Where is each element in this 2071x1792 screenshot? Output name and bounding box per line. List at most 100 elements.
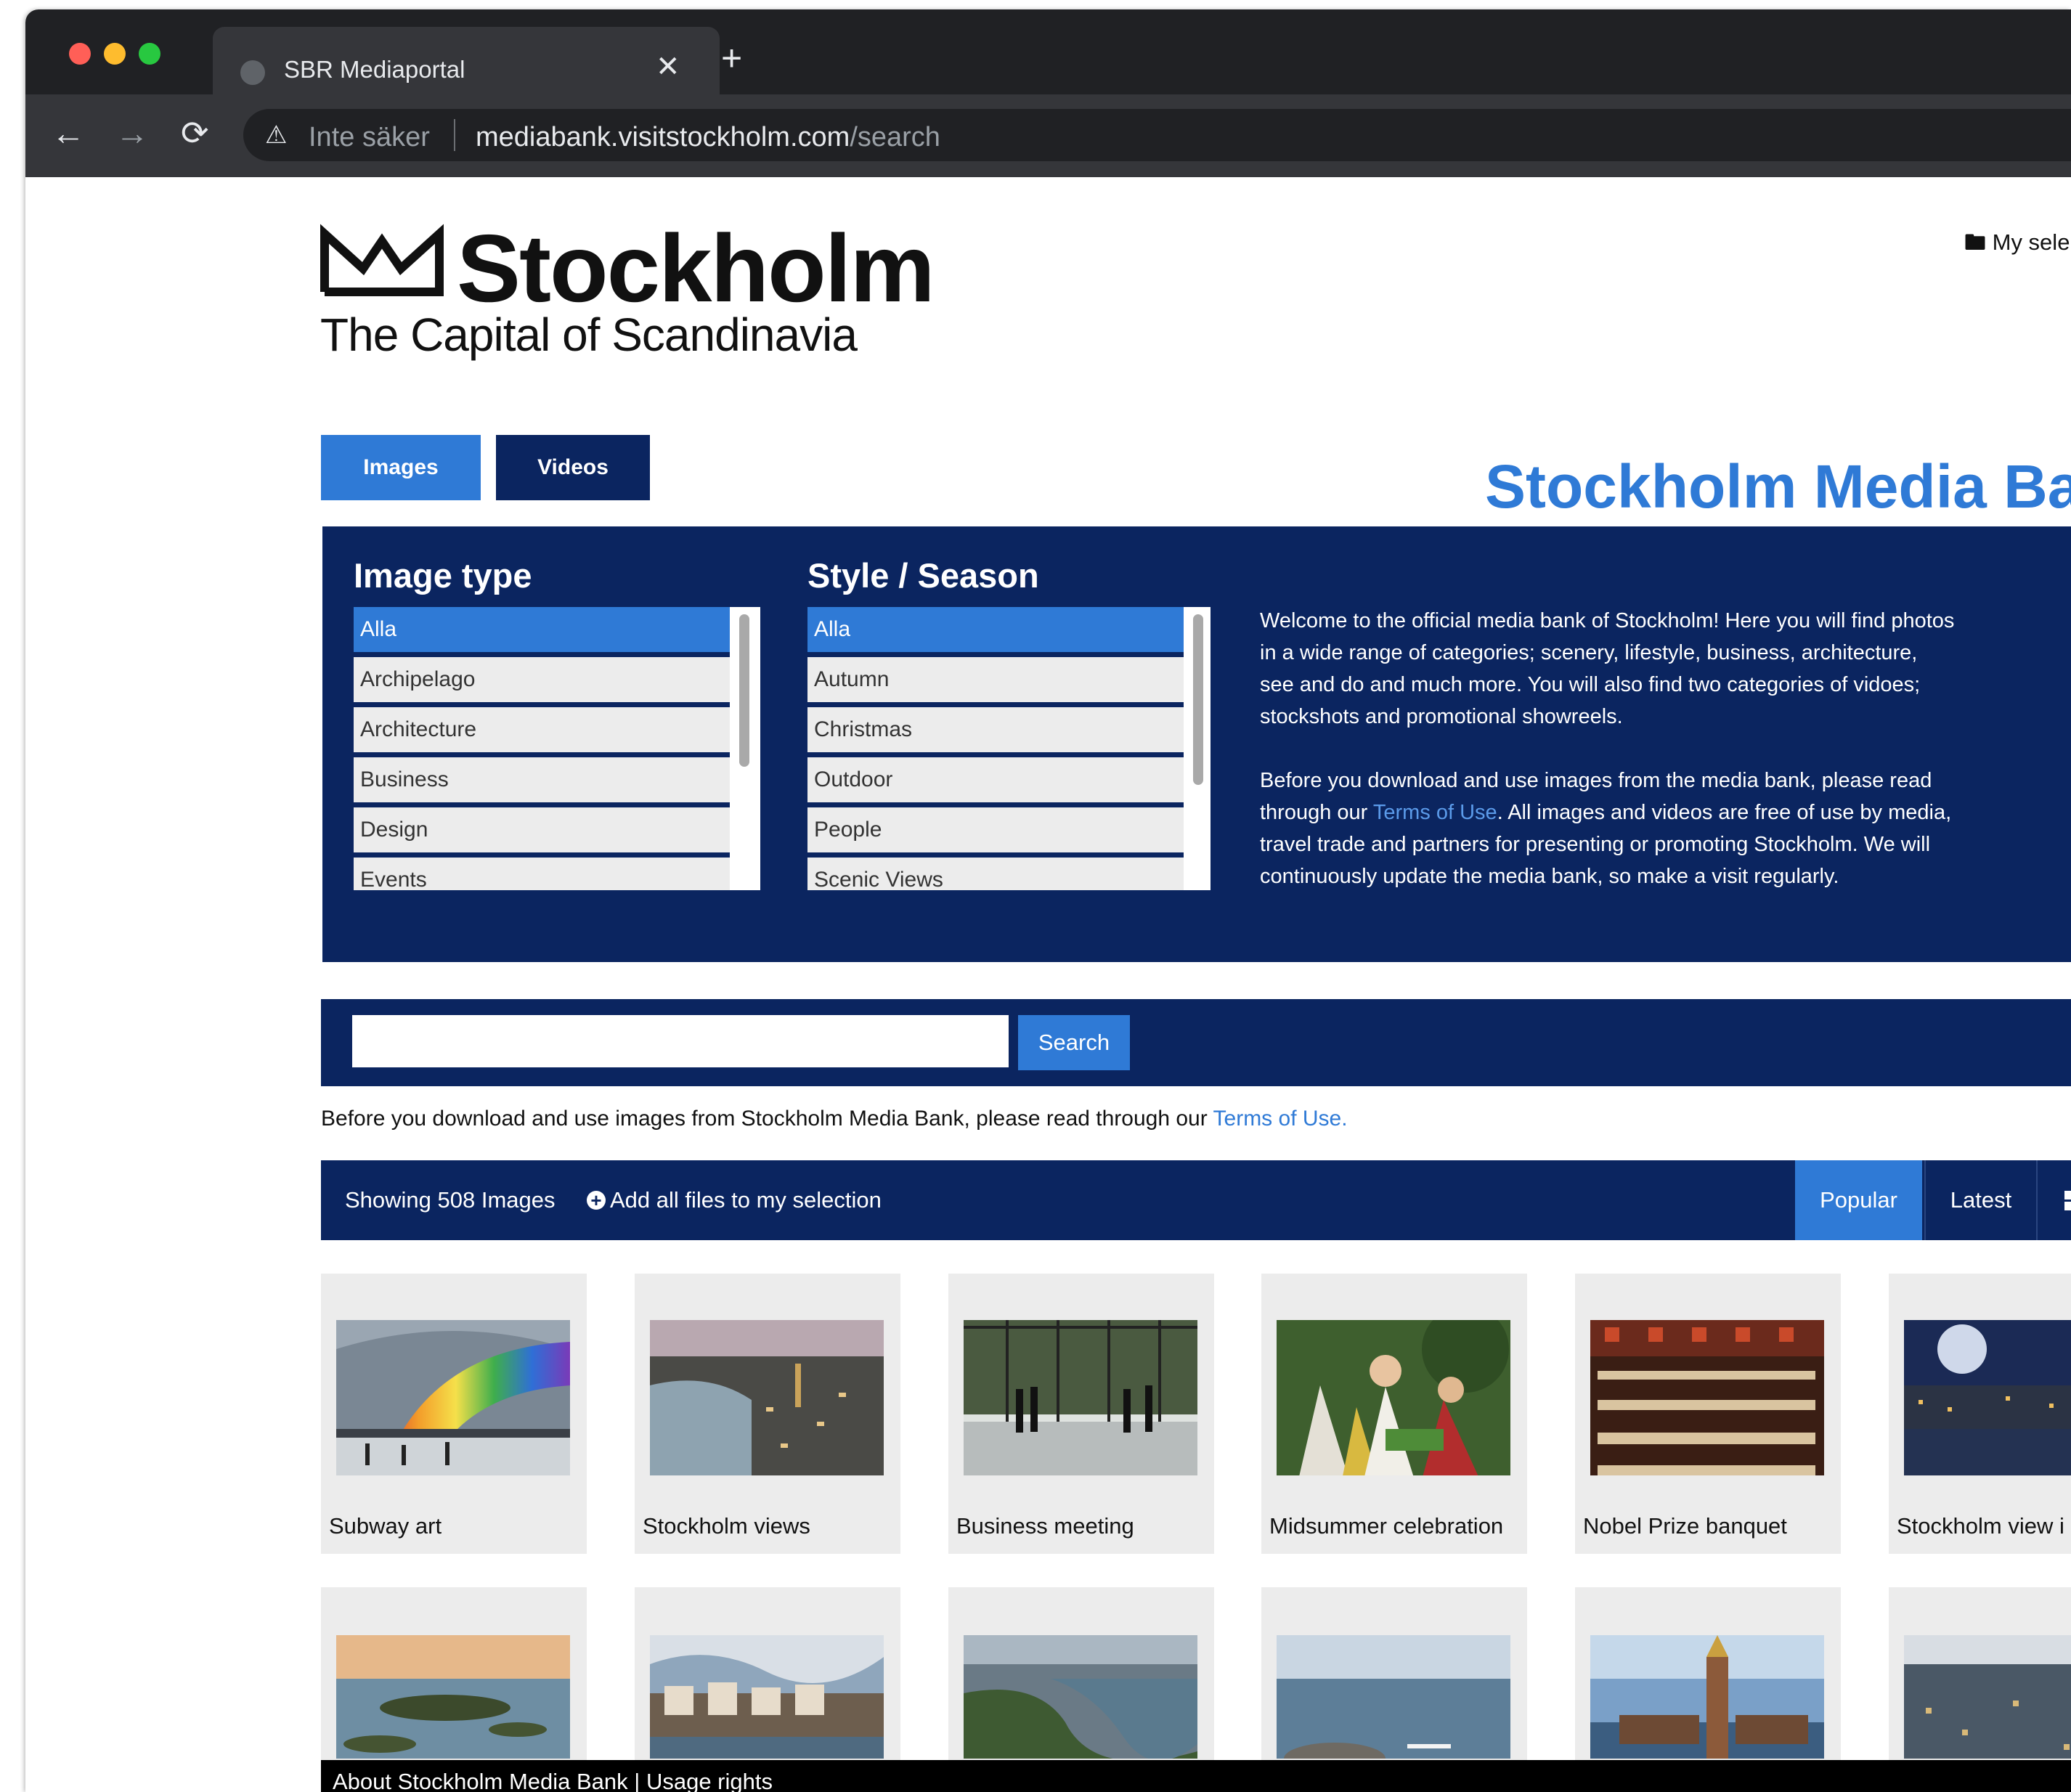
image-thumbnail[interactable] bbox=[650, 1635, 884, 1759]
plus-circle-icon: + bbox=[587, 1191, 606, 1210]
image-type-listbox[interactable]: Alla Archipelago Architecture Business Desig… bbox=[354, 607, 760, 890]
forward-arrow-icon[interactable]: → bbox=[115, 116, 149, 150]
browser-tab[interactable]: SBR Mediaportal ✕ bbox=[213, 27, 720, 104]
style-season-option[interactable]: Outdoor bbox=[807, 757, 1184, 802]
image-card[interactable] bbox=[321, 1587, 587, 1776]
image-type-option[interactable]: Design bbox=[354, 807, 730, 852]
image-type-option[interactable]: Architecture bbox=[354, 707, 730, 752]
browser-tab-strip: SBR Mediaportal ✕ + bbox=[25, 9, 2071, 104]
image-type-title: Image type bbox=[354, 556, 532, 595]
back-arrow-icon[interactable]: ← bbox=[52, 116, 85, 150]
image-thumbnail[interactable] bbox=[1277, 1635, 1510, 1759]
image-thumbnail[interactable] bbox=[336, 1320, 570, 1475]
grid-icon bbox=[2064, 1190, 2071, 1210]
image-caption: Subway art bbox=[329, 1513, 442, 1539]
image-card[interactable] bbox=[635, 1587, 900, 1776]
style-season-option[interactable]: Scenic Views bbox=[807, 858, 1184, 890]
image-card[interactable] bbox=[1575, 1587, 1841, 1776]
filter-panel: Image type Alla Archipelago Architecture Bu… bbox=[322, 526, 2071, 962]
browser-tab-title: SBR Mediaportal bbox=[284, 56, 465, 83]
image-type-option[interactable]: Events bbox=[354, 858, 730, 890]
image-thumbnail[interactable] bbox=[336, 1635, 570, 1759]
grid-view-button[interactable] bbox=[2036, 1160, 2071, 1240]
warning-icon: ⚠ bbox=[265, 121, 288, 149]
window-minimize-button[interactable] bbox=[104, 43, 126, 65]
intro-text: Welcome to the official media bank of St… bbox=[1260, 605, 1957, 924]
image-thumbnail[interactable] bbox=[1277, 1320, 1510, 1475]
image-thumbnail[interactable] bbox=[650, 1320, 884, 1475]
search-button[interactable]: Search bbox=[1018, 1015, 1130, 1070]
terms-notice: Before you download and use images from … bbox=[321, 1107, 1348, 1131]
image-card[interactable]: Nobel Prize banquet bbox=[1575, 1274, 1841, 1554]
image-caption: Stockholm view i bbox=[1897, 1513, 2064, 1539]
image-caption: Nobel Prize banquet bbox=[1583, 1513, 1787, 1539]
url-text[interactable]: mediabank.visitstockholm.com/search bbox=[476, 122, 940, 153]
search-bar: Search bbox=[321, 999, 2071, 1086]
add-all-button[interactable]: + Add all files to my selection bbox=[587, 1187, 882, 1213]
image-caption: Midsummer celebration bbox=[1269, 1513, 1504, 1539]
footer-separator: | bbox=[627, 1769, 646, 1792]
results-count: Showing 508 Images bbox=[345, 1187, 556, 1213]
sort-latest-button[interactable]: Latest bbox=[1924, 1160, 2036, 1240]
image-card[interactable] bbox=[1261, 1587, 1527, 1776]
terms-of-use-link[interactable]: Terms of Use. bbox=[1213, 1107, 1348, 1131]
style-season-option[interactable]: People bbox=[807, 807, 1184, 852]
image-card[interactable] bbox=[1889, 1587, 2071, 1776]
security-status: Inte säker bbox=[309, 122, 430, 152]
logo-wordmark: Stockholm bbox=[457, 215, 935, 322]
intro-paragraph-1: Welcome to the official media bank of St… bbox=[1260, 609, 1955, 728]
scrollbar-thumb[interactable] bbox=[1193, 614, 1203, 785]
address-divider bbox=[454, 119, 455, 151]
image-card[interactable] bbox=[948, 1587, 1214, 1776]
image-card[interactable]: Subway art bbox=[321, 1274, 587, 1554]
footer-bar: About Stockholm Media Bank | Usage right… bbox=[321, 1760, 2071, 1792]
image-type-option[interactable]: Archipelago bbox=[354, 657, 730, 702]
window-close-button[interactable] bbox=[69, 43, 91, 65]
folder-icon: 🖿 bbox=[1964, 231, 1986, 255]
tab-images[interactable]: Images bbox=[321, 435, 481, 500]
new-tab-icon[interactable]: + bbox=[721, 40, 742, 76]
window-zoom-button[interactable] bbox=[139, 43, 160, 65]
image-thumbnail[interactable] bbox=[1904, 1635, 2071, 1759]
close-tab-icon[interactable]: ✕ bbox=[656, 50, 680, 84]
search-input[interactable] bbox=[352, 1015, 1009, 1067]
image-card[interactable]: Stockholm views bbox=[635, 1274, 900, 1554]
crown-icon bbox=[320, 224, 444, 296]
image-thumbnail[interactable] bbox=[964, 1320, 1197, 1475]
usage-rights-link[interactable]: Usage rights bbox=[646, 1769, 773, 1792]
results-bar: Showing 508 Images + Add all files to my … bbox=[321, 1160, 2071, 1240]
address-bar[interactable]: ⚠ Inte säker mediabank.visitstockholm.co… bbox=[243, 109, 2071, 161]
style-season-scrollbar[interactable] bbox=[1184, 607, 1211, 890]
browser-window: SBR Mediaportal ✕ + ← → ⟳ ⚠ Inte säker m… bbox=[25, 9, 2071, 1792]
image-thumbnail[interactable] bbox=[1590, 1320, 1824, 1475]
logo-tagline: The Capital of Scandinavia bbox=[320, 309, 858, 361]
my-selection-label: My sele bbox=[1992, 229, 2070, 255]
page-title: Stockholm Media Ba bbox=[1485, 452, 2071, 521]
image-thumbnail[interactable] bbox=[964, 1635, 1197, 1759]
image-type-option[interactable]: Alla bbox=[354, 607, 730, 652]
globe-icon bbox=[240, 60, 265, 85]
style-season-listbox[interactable]: Alla Autumn Christmas Outdoor People Scenic V… bbox=[807, 607, 1211, 890]
tab-videos[interactable]: Videos bbox=[496, 435, 650, 500]
image-type-scrollbar[interactable] bbox=[730, 607, 757, 890]
reload-icon[interactable]: ⟳ bbox=[181, 116, 209, 150]
image-card[interactable]: Business meeting bbox=[948, 1274, 1214, 1554]
image-caption: Business meeting bbox=[956, 1513, 1134, 1539]
style-season-title: Style / Season bbox=[807, 556, 1039, 595]
image-card[interactable]: Stockholm view i bbox=[1889, 1274, 2071, 1554]
add-all-label: Add all files to my selection bbox=[610, 1187, 882, 1213]
page-content: Stockholm The Capital of Scandinavia 🖿 M… bbox=[25, 177, 2071, 1792]
image-thumbnail[interactable] bbox=[1590, 1635, 1824, 1759]
sort-popular-button[interactable]: Popular bbox=[1795, 1160, 1922, 1240]
image-type-option[interactable]: Business bbox=[354, 757, 730, 802]
url-path: /search bbox=[850, 122, 940, 152]
style-season-option[interactable]: Autumn bbox=[807, 657, 1184, 702]
style-season-option[interactable]: Christmas bbox=[807, 707, 1184, 752]
image-card[interactable]: Midsummer celebration bbox=[1261, 1274, 1527, 1554]
my-selection-link[interactable]: 🖿 My sele bbox=[1964, 227, 2070, 264]
image-thumbnail[interactable] bbox=[1904, 1320, 2071, 1475]
style-season-option[interactable]: Alla bbox=[807, 607, 1184, 652]
scrollbar-thumb[interactable] bbox=[739, 614, 749, 767]
about-link[interactable]: About Stockholm Media Bank bbox=[333, 1769, 628, 1792]
terms-of-use-link[interactable]: Terms of Use bbox=[1373, 801, 1497, 824]
